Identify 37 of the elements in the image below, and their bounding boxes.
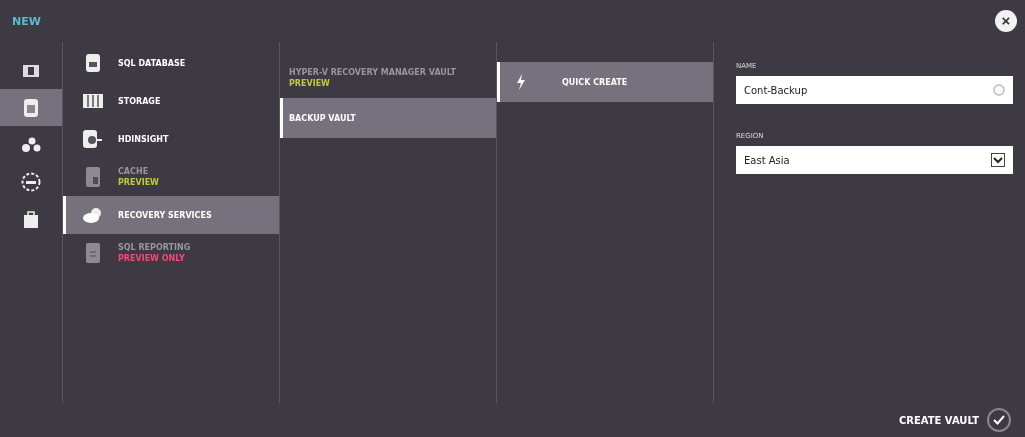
vault-type-item[interactable]: BACKUP VAULT <box>280 98 496 138</box>
item-status: PREVIEW ONLY <box>118 254 186 263</box>
item-label: HDINSIGHT <box>118 134 169 144</box>
item-status: PREVIEW <box>289 79 331 88</box>
option-label: QUICK CREATE <box>562 77 628 87</box>
shopping-bag-icon <box>24 209 38 228</box>
clouds-icon <box>82 207 104 223</box>
item-label: SQL DATABASE <box>118 58 186 68</box>
item-label: RECOVERY SERVICES <box>118 210 212 220</box>
item-label: CACHE <box>118 167 150 176</box>
spinner-icon <box>993 84 1005 96</box>
item-label: HYPER-V RECOVERY MANAGER VAULT <box>289 68 457 77</box>
network-icon <box>21 171 41 192</box>
report-icon <box>86 243 100 263</box>
create-option[interactable]: QUICK CREATE <box>497 62 713 102</box>
item-label: SQL REPORTING <box>118 243 191 252</box>
close-button[interactable]: × <box>995 10 1017 32</box>
service-item[interactable]: HDINSIGHT <box>63 120 279 158</box>
dialog-title: NEW <box>12 14 41 28</box>
database-icon <box>86 54 100 72</box>
name-field[interactable]: Cont-Backup <box>736 76 1013 104</box>
create-vault-button[interactable]: CREATE VAULT <box>898 408 1011 432</box>
checkmark-icon <box>993 415 1005 425</box>
service-item[interactable]: STORAGE <box>63 82 279 120</box>
item-status: PREVIEW <box>118 178 159 187</box>
server-icon <box>86 167 100 187</box>
grid-icon <box>23 63 39 78</box>
region-dropdown[interactable]: East Asia <box>736 146 1013 174</box>
storage-icon <box>83 94 103 108</box>
lightning-icon <box>516 74 526 90</box>
service-item[interactable]: RECOVERY SERVICES <box>63 196 279 234</box>
service-item[interactable]: SQL DATABASE <box>63 44 279 82</box>
database-icon <box>24 98 38 117</box>
chevron-down-icon <box>991 153 1005 167</box>
item-label: STORAGE <box>118 96 161 106</box>
category-tab[interactable] <box>0 89 62 126</box>
item-label: BACKUP VAULT <box>289 113 356 123</box>
